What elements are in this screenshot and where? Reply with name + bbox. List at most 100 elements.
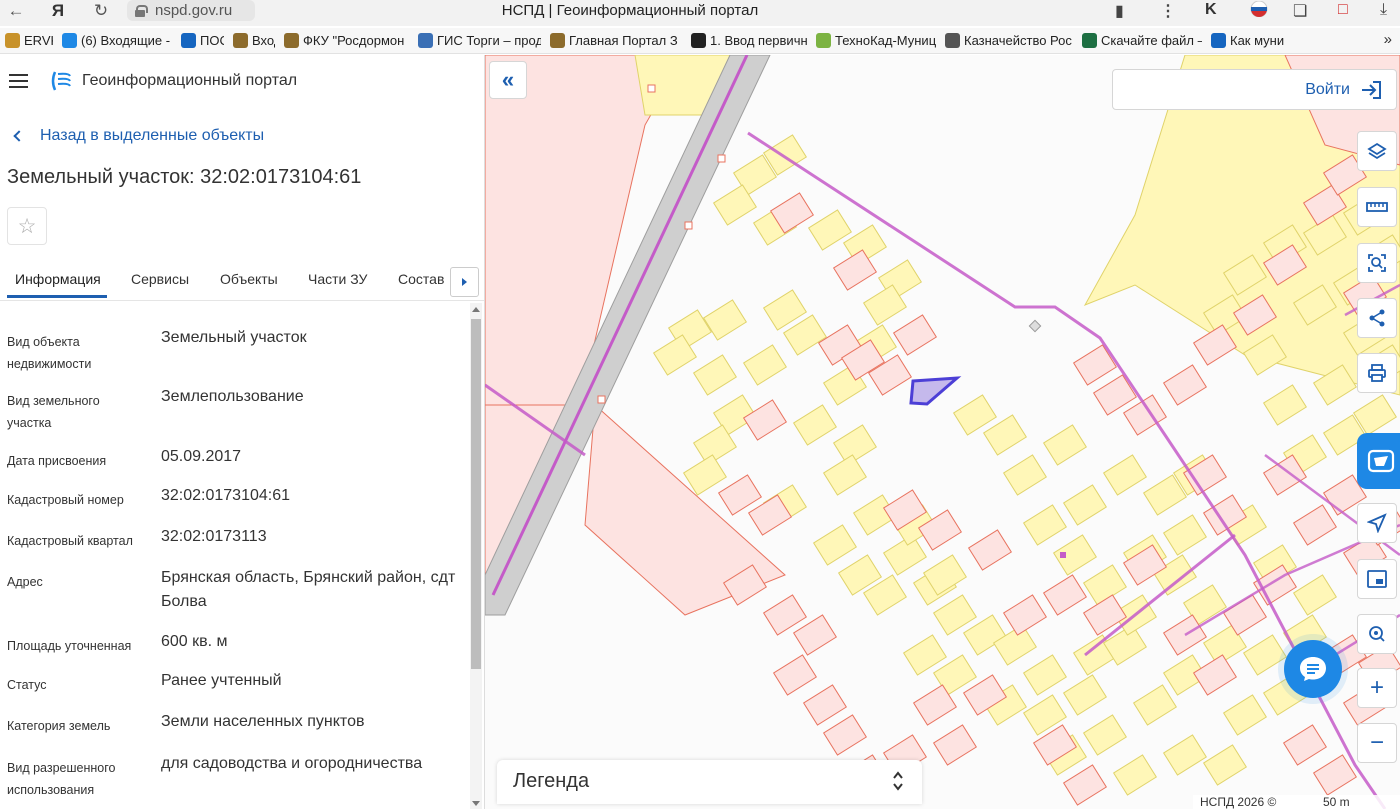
scrollbar-thumb[interactable] [471, 319, 481, 669]
favorite-button[interactable]: ☆ [7, 207, 47, 245]
info-label: Вид земельного участка [7, 394, 100, 430]
bookmark-item[interactable]: ФКУ "Росдормон [284, 33, 409, 48]
tab-parts[interactable]: Части ЗУ [308, 271, 367, 287]
bookmark-label: Казначейство Рос [964, 33, 1072, 48]
hamburger-menu-icon[interactable] [9, 74, 28, 88]
scale-label: 50 m [1323, 795, 1350, 809]
bookmark-label: (6) Входящие - По [81, 33, 172, 48]
mail-icon [62, 33, 77, 48]
zoom-out-button[interactable]: − [1357, 723, 1397, 763]
double-chevron-left-icon: « [501, 67, 515, 92]
bookmark-icon[interactable]: ▮ [1115, 1, 1124, 21]
menu-dots-icon[interactable]: ⋮ [1160, 1, 1176, 21]
navigate-button[interactable] [1357, 503, 1397, 543]
land-parcel [823, 454, 867, 496]
bookmark-label: ГИС Торги – прод [437, 33, 541, 48]
back-to-selected-link[interactable]: Назад в выделенные объекты [12, 127, 264, 145]
legend-toggle[interactable]: Легенда [497, 760, 922, 804]
login-button[interactable]: Войти [1112, 69, 1397, 110]
bookmark-item[interactable]: Главная Портал З [550, 33, 682, 48]
chevron-left-icon [13, 130, 25, 142]
scroll-up-icon[interactable] [472, 307, 480, 312]
bookmark-item[interactable]: ПОС [181, 33, 224, 48]
collapse-panel-button[interactable]: « [489, 61, 527, 99]
tab-services[interactable]: Сервисы [131, 271, 189, 287]
location-icon [1369, 626, 1385, 642]
tab-objects[interactable]: Объекты [220, 271, 278, 287]
area-select-icon [1368, 254, 1386, 272]
bookmark-item[interactable]: Вход [233, 33, 275, 48]
land-parcel [1243, 634, 1287, 676]
bookmarks-more-button[interactable]: » [1384, 31, 1392, 48]
map-marker [684, 221, 693, 230]
info-scrollbar[interactable] [470, 303, 482, 809]
info-label: Площадь уточненная [7, 639, 132, 653]
bookmark-item[interactable]: ERVK [5, 33, 53, 48]
layers-icon [1367, 142, 1387, 160]
bookmark-item[interactable]: (6) Входящие - По [62, 33, 172, 48]
download-icon[interactable]: ⤓ [1380, 1, 1387, 19]
share-button[interactable] [1357, 298, 1397, 338]
russia-flag-icon[interactable] [1248, 0, 1270, 22]
extension-puzzle-icon[interactable]: ❏ [1293, 1, 1307, 21]
bookmark-item[interactable]: 1. Ввод первичны [691, 33, 807, 48]
info-label: Статус [7, 678, 47, 692]
land-parcel [1063, 484, 1107, 526]
map-marker [1028, 319, 1042, 333]
emblem-icon [233, 33, 248, 48]
land-parcel [683, 454, 727, 496]
pos-icon [181, 33, 196, 48]
nspd-app-badge[interactable] [1357, 433, 1400, 489]
info-value: 600 кв. м [161, 633, 228, 650]
land-parcel [1043, 574, 1087, 616]
pdf-icon[interactable]: □ [1338, 1, 1348, 19]
bookmark-item[interactable]: Скачайте файл – [1082, 33, 1202, 48]
zoom-in-button[interactable]: + [1357, 668, 1397, 708]
object-title: Земельный участок: 32:02:0173104:61 [7, 166, 362, 188]
info-value: 32:02:0173104:61 [161, 487, 291, 504]
tab-information[interactable]: Информация [15, 271, 101, 287]
bookmark-label: ПОС [200, 33, 224, 48]
selected-parcel [909, 376, 962, 406]
address-bar[interactable]: nspd.gov.ru [127, 0, 255, 21]
reload-icon[interactable]: ↻ [90, 0, 112, 22]
chat-bubble-icon [1300, 657, 1326, 681]
bookmark-label: Скачайте файл – [1101, 33, 1202, 48]
scroll-down-icon[interactable] [472, 801, 480, 806]
location-button[interactable] [1357, 614, 1397, 654]
back-arrow-icon[interactable]: ← [5, 0, 27, 22]
bookmark-item[interactable]: Как муни [1211, 33, 1291, 48]
tab-composition[interactable]: Состав [398, 271, 444, 287]
ruler-button[interactable] [1357, 187, 1397, 227]
map-app-icon [1367, 449, 1395, 473]
excel-icon [1082, 33, 1097, 48]
area-select-button[interactable] [1357, 243, 1397, 283]
land-parcel [1003, 454, 1047, 496]
land-parcel [1023, 654, 1067, 696]
layers-button[interactable] [1357, 131, 1397, 171]
print-button[interactable] [1357, 353, 1397, 393]
map-marker [647, 84, 656, 93]
cadastral-map[interactable] [485, 55, 1400, 809]
info-label: Кадастровый квартал [7, 534, 133, 548]
bookmark-item[interactable]: Казначейство Рос [945, 33, 1073, 48]
land-parcel [1203, 744, 1247, 786]
bookmark-label: 1. Ввод первичны [710, 33, 807, 48]
map-canvas[interactable] [485, 55, 1400, 809]
bookmark-item[interactable]: ТехноКад-Муници [816, 33, 936, 48]
minimap-button[interactable] [1357, 559, 1397, 599]
zoom-out-icon: − [1369, 729, 1384, 756]
emblem-icon [284, 33, 299, 48]
extension-k-icon[interactable]: K [1205, 1, 1217, 19]
emblem-icon [550, 33, 565, 48]
yandex-icon[interactable]: Я [47, 0, 69, 22]
info-label: Вид разрешенного использования [7, 761, 116, 797]
chat-button[interactable] [1284, 640, 1342, 698]
bookmark-label: ТехноКад-Муници [835, 33, 936, 48]
info-label: Адрес [7, 575, 43, 589]
bookmark-item[interactable]: ГИС Торги – прод [418, 33, 541, 48]
tabs-scroll-right-button[interactable] [450, 267, 479, 297]
zoom-in-icon: + [1369, 674, 1384, 701]
info-value: для садоводства и огородничества [161, 755, 423, 772]
legend-label: Легенда [513, 770, 590, 792]
